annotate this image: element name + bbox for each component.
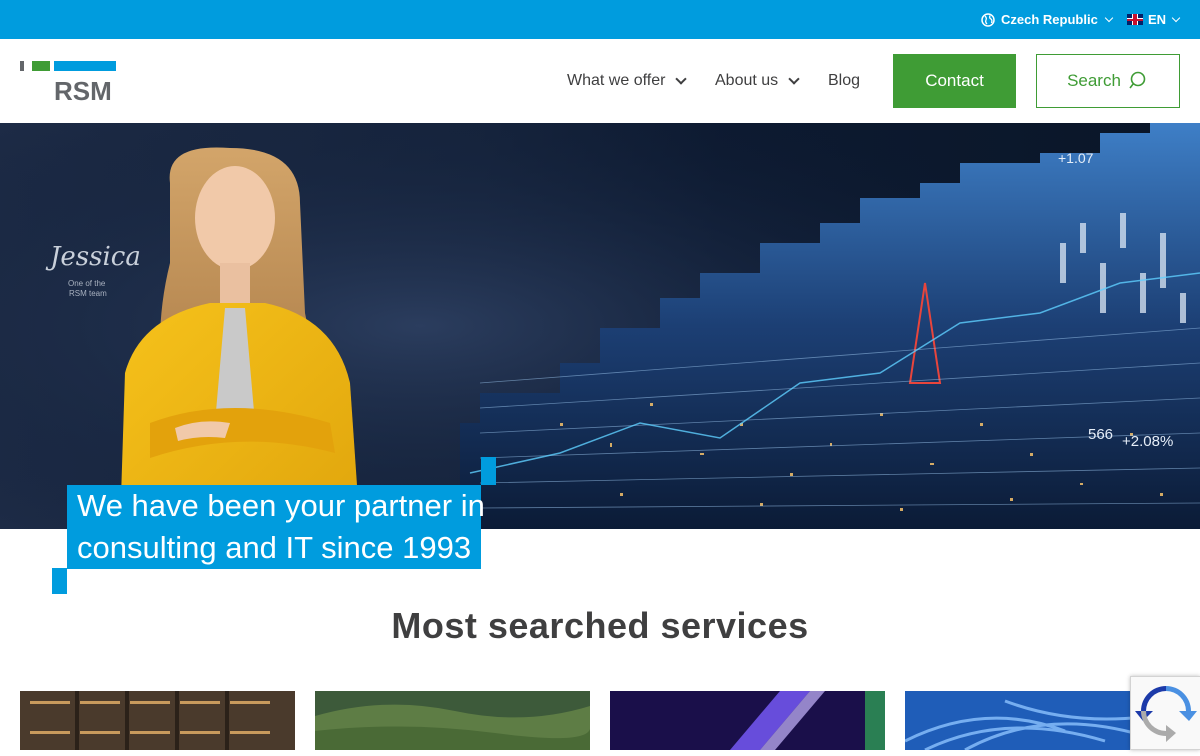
- services-cards: [20, 691, 1180, 750]
- language-label: EN: [1148, 12, 1167, 27]
- recaptcha-badge[interactable]: [1130, 676, 1200, 750]
- service-card-image: [20, 691, 295, 750]
- chevron-down-icon: [1104, 13, 1114, 23]
- ticker-text-2: 566: [1088, 426, 1113, 443]
- ticker-text-1: +1.07: [1058, 150, 1094, 166]
- hero-image: +1.07 566 +2.08% Jessica One of the RSM …: [0, 123, 1200, 529]
- hero-accent-block: [52, 568, 67, 594]
- contact-button[interactable]: Contact: [893, 54, 1016, 108]
- nav-what-we-offer[interactable]: What we offer: [567, 72, 688, 90]
- service-card-image: [315, 691, 590, 750]
- recaptcha-icon: [1135, 686, 1197, 742]
- region-label: Czech Republic: [1001, 12, 1098, 27]
- nav-what-we-offer-label: What we offer: [567, 72, 666, 89]
- contact-button-label: Contact: [925, 71, 984, 90]
- nav-blog[interactable]: Blog: [828, 72, 860, 90]
- caption-line1: One of the: [68, 279, 106, 288]
- services-section-title: Most searched services: [391, 605, 809, 646]
- chevron-down-icon: [1171, 13, 1181, 23]
- language-selector[interactable]: EN: [1127, 11, 1181, 28]
- hero-headline: We have been your partner in consulting …: [67, 485, 485, 569]
- caption-line2: RSM team: [69, 289, 107, 298]
- search-button[interactable]: Search: [1036, 54, 1180, 108]
- hero-headline-line2: consulting and IT since 1993: [77, 530, 472, 565]
- search-icon: [1129, 71, 1146, 89]
- nav-about-us[interactable]: About us: [715, 72, 800, 90]
- globe-icon: [981, 12, 995, 27]
- chevron-down-icon: [675, 73, 688, 85]
- hero-banner: +1.07 566 +2.08% Jessica One of the RSM …: [0, 123, 1200, 529]
- uk-flag-icon: [1127, 14, 1143, 25]
- hero-headline-line1: We have been your partner in: [77, 488, 485, 523]
- nav-about-us-label: About us: [715, 72, 779, 89]
- service-card[interactable]: [610, 691, 885, 750]
- top-utility-bar: Czech Republic EN: [0, 0, 1200, 39]
- hero-accent-block: [481, 457, 496, 485]
- rsm-logo[interactable]: RSM: [20, 61, 116, 101]
- service-card[interactable]: [315, 691, 590, 750]
- chevron-down-icon: [788, 73, 800, 85]
- nav-blog-label: Blog: [828, 72, 861, 89]
- region-selector[interactable]: Czech Republic: [981, 11, 1114, 28]
- service-card-image: [610, 691, 885, 750]
- search-button-label: Search: [1067, 71, 1121, 90]
- ticker-text-3: +2.08%: [1122, 433, 1173, 450]
- logo-text: RSM: [54, 76, 112, 101]
- service-card[interactable]: [20, 691, 295, 750]
- main-header: RSM What we offer About us Blog Contact …: [0, 39, 1200, 123]
- signature-text: Jessica: [45, 242, 141, 272]
